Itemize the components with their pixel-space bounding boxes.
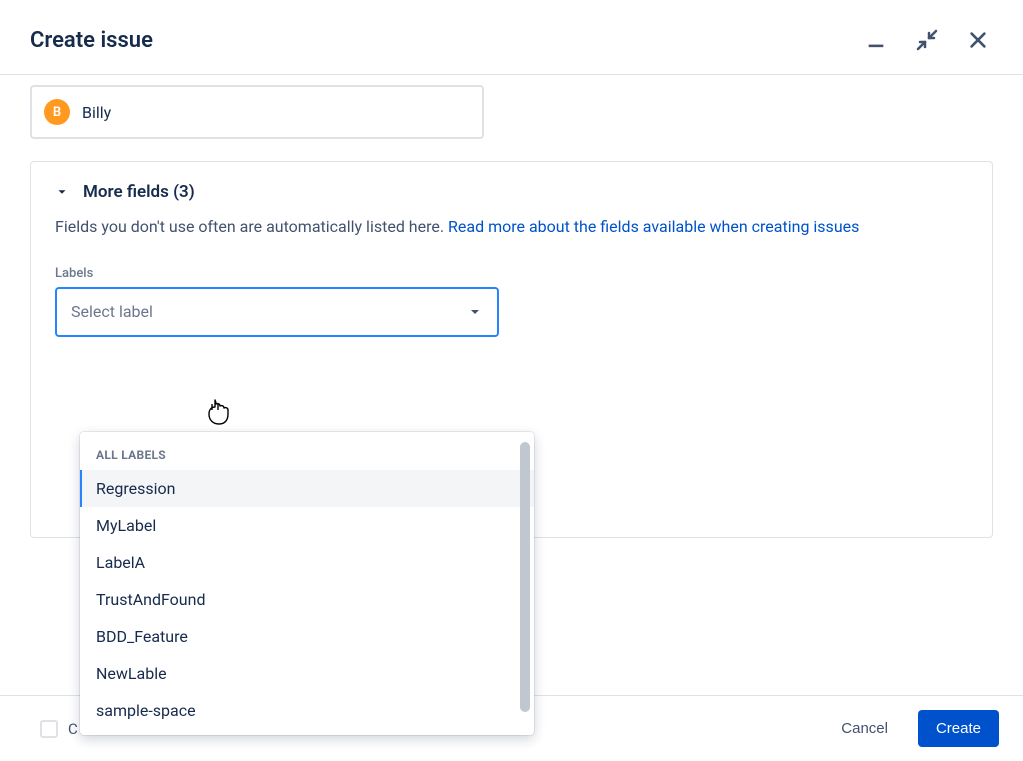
chevron-down-icon <box>55 185 69 199</box>
close-icon <box>967 29 989 51</box>
chevron-down-icon <box>467 304 483 320</box>
minimize-button[interactable] <box>861 25 891 55</box>
more-fields-description-text: Fields you don't use often are automatic… <box>55 217 448 236</box>
labels-dropdown: ALL LABELS Regression MyLabel LabelA Tru… <box>80 432 534 735</box>
more-fields-title: More fields (3) <box>83 182 195 202</box>
close-button[interactable] <box>963 25 993 55</box>
more-fields-description: Fields you don't use often are automatic… <box>55 214 968 240</box>
dropdown-item-regression[interactable]: Regression <box>80 470 534 507</box>
collapse-button[interactable] <box>911 24 943 56</box>
labels-field-label: Labels <box>55 266 968 281</box>
avatar: B <box>44 99 70 125</box>
dropdown-item-sample-space[interactable]: sample-space <box>80 692 534 729</box>
footer-left: C <box>40 720 78 738</box>
dropdown-heading: ALL LABELS <box>80 442 534 470</box>
modal-header: Create issue <box>0 0 1023 74</box>
read-more-link[interactable]: Read more about the fields available whe… <box>448 217 859 236</box>
labels-select[interactable]: Select label <box>55 287 499 337</box>
create-button[interactable]: Create <box>918 710 999 747</box>
minimize-icon <box>865 29 887 51</box>
modal-title: Create issue <box>30 28 153 53</box>
dropdown-item-mylabel[interactable]: MyLabel <box>80 507 534 544</box>
labels-placeholder: Select label <box>71 302 153 321</box>
footer-right: Cancel Create <box>831 710 999 747</box>
more-fields-toggle[interactable]: More fields (3) <box>55 182 968 202</box>
create-another-checkbox[interactable] <box>40 720 58 738</box>
cancel-button[interactable]: Cancel <box>831 712 898 745</box>
dropdown-item-trustandfound[interactable]: TrustAndFound <box>80 581 534 618</box>
reporter-name: Billy <box>82 103 111 122</box>
reporter-field[interactable]: B Billy <box>30 85 484 139</box>
create-another-label: C <box>68 720 78 738</box>
collapse-icon <box>915 28 939 52</box>
create-issue-modal: Create issue B Billy <box>0 0 1023 761</box>
header-actions <box>861 24 993 56</box>
dropdown-item-bdd-feature[interactable]: BDD_Feature <box>80 618 534 655</box>
dropdown-item-newlable[interactable]: NewLable <box>80 655 534 692</box>
dropdown-item-labela[interactable]: LabelA <box>80 544 534 581</box>
dropdown-scrollbar[interactable] <box>520 442 530 712</box>
